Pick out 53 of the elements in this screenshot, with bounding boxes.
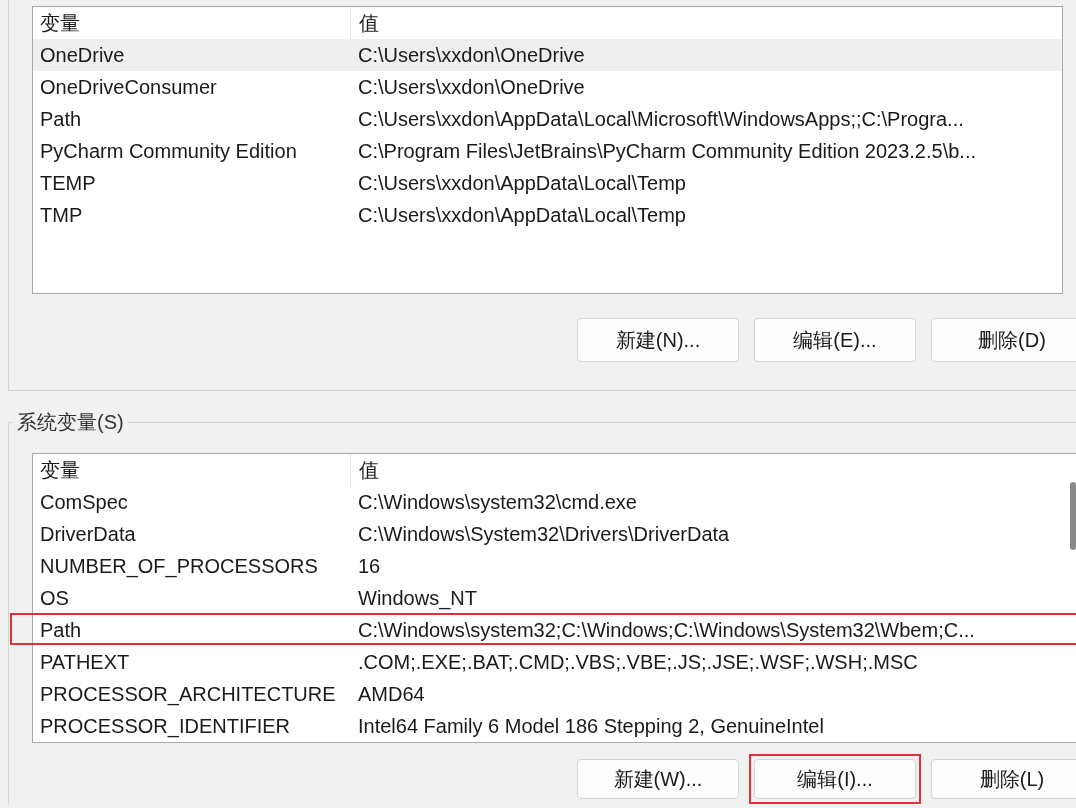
table-row[interactable]: PyCharm Community Edition C:\Program Files\JetBrains\PyCharm Community Edition 2023.2.5\b... bbox=[33, 135, 1062, 167]
variable-value: C:\Program Files\JetBrains\PyCharm Community Edition 2023.2.5\b... bbox=[357, 139, 977, 163]
dialog-button[interactable]: 编辑(E)... bbox=[754, 318, 916, 362]
variable-name: DriverData bbox=[39, 522, 137, 546]
table-row[interactable]: PROCESSOR_IDENTIFIER Intel64 Family 6 Model 186 Stepping 2, GenuineIntel bbox=[33, 710, 1076, 742]
table-row[interactable]: TEMP C:\Users\xxdon\AppData\Local\Temp bbox=[33, 167, 1062, 199]
variable-name: Path bbox=[39, 107, 83, 131]
variable-value: C:\Users\xxdon\AppData\Local\Microsoft\WindowsApps;;C:\Progra... bbox=[357, 107, 964, 131]
table-row[interactable]: NUMBER_OF_PROCESSORS 16 bbox=[33, 550, 1076, 582]
column-header[interactable]: 变量 bbox=[33, 456, 350, 484]
variable-name: ComSpec bbox=[39, 490, 129, 514]
group-title: 系统变量(S) bbox=[13, 410, 128, 434]
variable-name: OneDrive bbox=[39, 43, 126, 67]
variable-value: .COM;.EXE;.BAT;.CMD;.VBS;.VBE;.JS;.JSE;.WSF;.WSH;.MSC bbox=[357, 650, 918, 674]
variable-value: 16 bbox=[357, 554, 381, 578]
variable-name: TMP bbox=[39, 203, 84, 227]
variable-name: PROCESSOR_ARCHITECTURE bbox=[39, 682, 337, 706]
table-row[interactable]: Path C:\Users\xxdon\AppData\Local\Microsoft\WindowsApps;;C:\Progra... bbox=[33, 103, 1062, 135]
table-row[interactable]: PATHEXT .COM;.EXE;.BAT;.CMD;.VBS;.VBE;.JS;.JSE;.WSF;.WSH;.MSC bbox=[33, 646, 1076, 678]
table-row[interactable]: DriverData C:\Windows\System32\Drivers\DriverData bbox=[33, 518, 1076, 550]
variable-name: NUMBER_OF_PROCESSORS bbox=[39, 554, 319, 578]
variable-value: Windows_NT bbox=[357, 586, 477, 610]
variable-value: C:\Windows\system32\cmd.exe bbox=[357, 490, 637, 514]
variable-value: C:\Users\xxdon\OneDrive bbox=[357, 75, 585, 99]
variable-value: C:\Users\xxdon\AppData\Local\Temp bbox=[357, 171, 686, 195]
variable-value: C:\Users\xxdon\AppData\Local\Temp bbox=[357, 203, 686, 227]
variable-name: OS bbox=[39, 586, 70, 610]
variable-value: AMD64 bbox=[357, 682, 425, 706]
table-row[interactable]: OneDrive C:\Users\xxdon\OneDrive bbox=[33, 39, 1062, 71]
table-row[interactable]: PROCESSOR_ARCHITECTURE AMD64 bbox=[33, 678, 1076, 710]
dialog-button[interactable]: 新建(N)... bbox=[577, 318, 739, 362]
dialog-button[interactable]: 删除(L) bbox=[931, 759, 1076, 799]
dialog-button[interactable]: 删除(D) bbox=[931, 318, 1076, 362]
variable-name: TEMP bbox=[39, 171, 97, 195]
table-row[interactable]: OS Windows_NT bbox=[33, 582, 1076, 614]
column-header[interactable]: 值 bbox=[350, 454, 379, 486]
column-header[interactable]: 变量 bbox=[33, 9, 350, 37]
variable-name: PATHEXT bbox=[39, 650, 131, 674]
variable-name: Path bbox=[39, 618, 83, 642]
table-row[interactable]: Path C:\Windows\system32;C:\Windows;C:\Windows\System32\Wbem;C... bbox=[33, 614, 1076, 646]
variable-value: C:\Windows\system32;C:\Windows;C:\Windows\System32\Wbem;C... bbox=[357, 618, 975, 642]
variable-name: OneDriveConsumer bbox=[39, 75, 218, 99]
table-row[interactable]: TMP C:\Users\xxdon\AppData\Local\Temp bbox=[33, 199, 1062, 231]
dialog-button[interactable]: 编辑(I)... bbox=[754, 759, 916, 799]
table-row[interactable]: OneDriveConsumer C:\Users\xxdon\OneDrive bbox=[33, 71, 1062, 103]
variable-value: Intel64 Family 6 Model 186 Stepping 2, GenuineIntel bbox=[357, 714, 824, 738]
variable-value: C:\Users\xxdon\OneDrive bbox=[357, 43, 585, 67]
scrollbar[interactable] bbox=[1070, 482, 1076, 550]
variable-name: PROCESSOR_IDENTIFIER bbox=[39, 714, 292, 738]
variable-name: PyCharm Community Edition bbox=[39, 139, 298, 163]
table-row[interactable]: ComSpec C:\Windows\system32\cmd.exe bbox=[33, 486, 1076, 518]
dialog-button[interactable]: 新建(W)... bbox=[577, 759, 739, 799]
variable-value: C:\Windows\System32\Drivers\DriverData bbox=[357, 522, 730, 546]
